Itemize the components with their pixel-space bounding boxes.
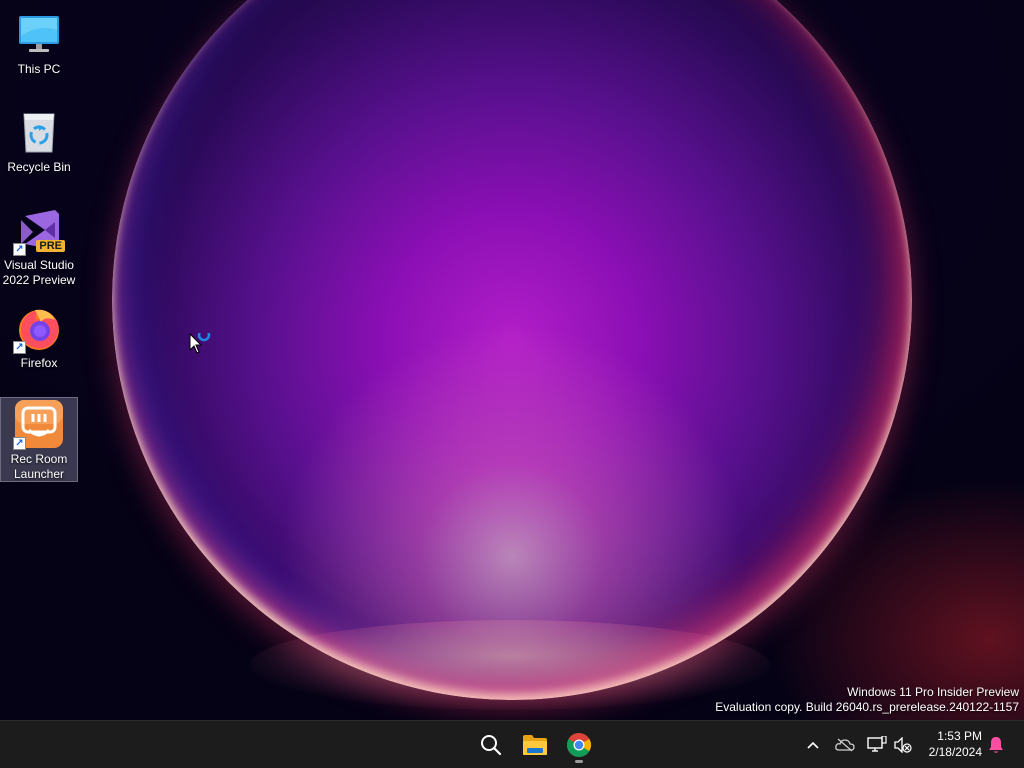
watermark-line1: Windows 11 Pro Insider Preview	[847, 685, 1019, 699]
desktop-icon-visual-studio-preview[interactable]: PRE ↗ Visual Studio 2022 Preview	[0, 200, 78, 288]
notification-bell-icon	[989, 736, 1003, 753]
desktop-icon-rec-room-launcher[interactable]: ↗ Rec Room Launcher	[0, 397, 78, 482]
visual-studio-icon: PRE ↗	[13, 206, 65, 256]
tray-overflow-button[interactable]	[803, 721, 823, 768]
watermark-line2: Evaluation copy. Build 26040.rs_prerelea…	[715, 700, 1019, 714]
recycle-bin-icon	[15, 108, 63, 156]
desktop-icon-label: Recycle Bin	[7, 160, 71, 174]
tray-notifications-button[interactable]	[986, 721, 1006, 768]
taskbar-search-button[interactable]	[473, 727, 509, 763]
tray-volume-button[interactable]	[892, 721, 914, 768]
desktop-icon-label: This PC	[17, 62, 61, 76]
taskbar-file-explorer-button[interactable]	[517, 727, 553, 763]
desktop-wallpaper	[0, 0, 1024, 720]
taskbar: 1:53 PM 2/18/2024	[0, 720, 1024, 768]
file-explorer-icon	[523, 735, 547, 755]
shortcut-arrow-icon: ↗	[13, 341, 26, 354]
rec-room-icon: ↗	[13, 400, 63, 450]
desktop-icon-this-pc[interactable]: This PC	[0, 4, 78, 76]
search-icon	[481, 735, 502, 756]
desktop-icon-firefox[interactable]: ↗ Firefox	[0, 298, 78, 370]
busy-cursor-icon	[189, 328, 213, 357]
desktop-icon-label-line2: 2022 Preview	[2, 273, 76, 287]
running-indicator	[575, 760, 583, 763]
desktop-icon-label-line2: Launcher	[13, 467, 65, 481]
taskbar-chrome-button[interactable]	[561, 727, 597, 763]
tray-onedrive-button[interactable]	[834, 721, 856, 768]
volume-muted-icon	[894, 736, 912, 753]
desktop-icon-label-line1: Visual Studio	[4, 258, 74, 272]
preview-badge: PRE	[36, 240, 65, 252]
chevron-up-icon	[807, 741, 819, 749]
desktop-icon-label-line1: Rec Room	[10, 452, 68, 466]
clock-date: 2/18/2024	[928, 745, 982, 759]
wallpaper-orb-glow	[250, 620, 770, 710]
desktop-icon-recycle-bin[interactable]: Recycle Bin	[0, 102, 78, 174]
tray-network-button[interactable]	[866, 721, 888, 768]
monitor-icon	[15, 10, 63, 58]
onedrive-offline-icon	[835, 738, 855, 751]
clock-time: 1:53 PM	[937, 729, 982, 743]
shortcut-arrow-icon: ↗	[13, 243, 26, 256]
taskbar-clock[interactable]: 1:53 PM 2/18/2024	[929, 728, 982, 760]
evaluation-watermark: Windows 11 Pro Insider Preview Evaluatio…	[715, 685, 1019, 715]
firefox-icon: ↗	[13, 304, 63, 354]
chrome-icon	[567, 733, 592, 758]
shortcut-arrow-icon: ↗	[13, 437, 26, 450]
wallpaper-orb	[112, 0, 912, 700]
desktop-icon-label: Firefox	[20, 356, 58, 370]
network-icon	[867, 735, 887, 752]
